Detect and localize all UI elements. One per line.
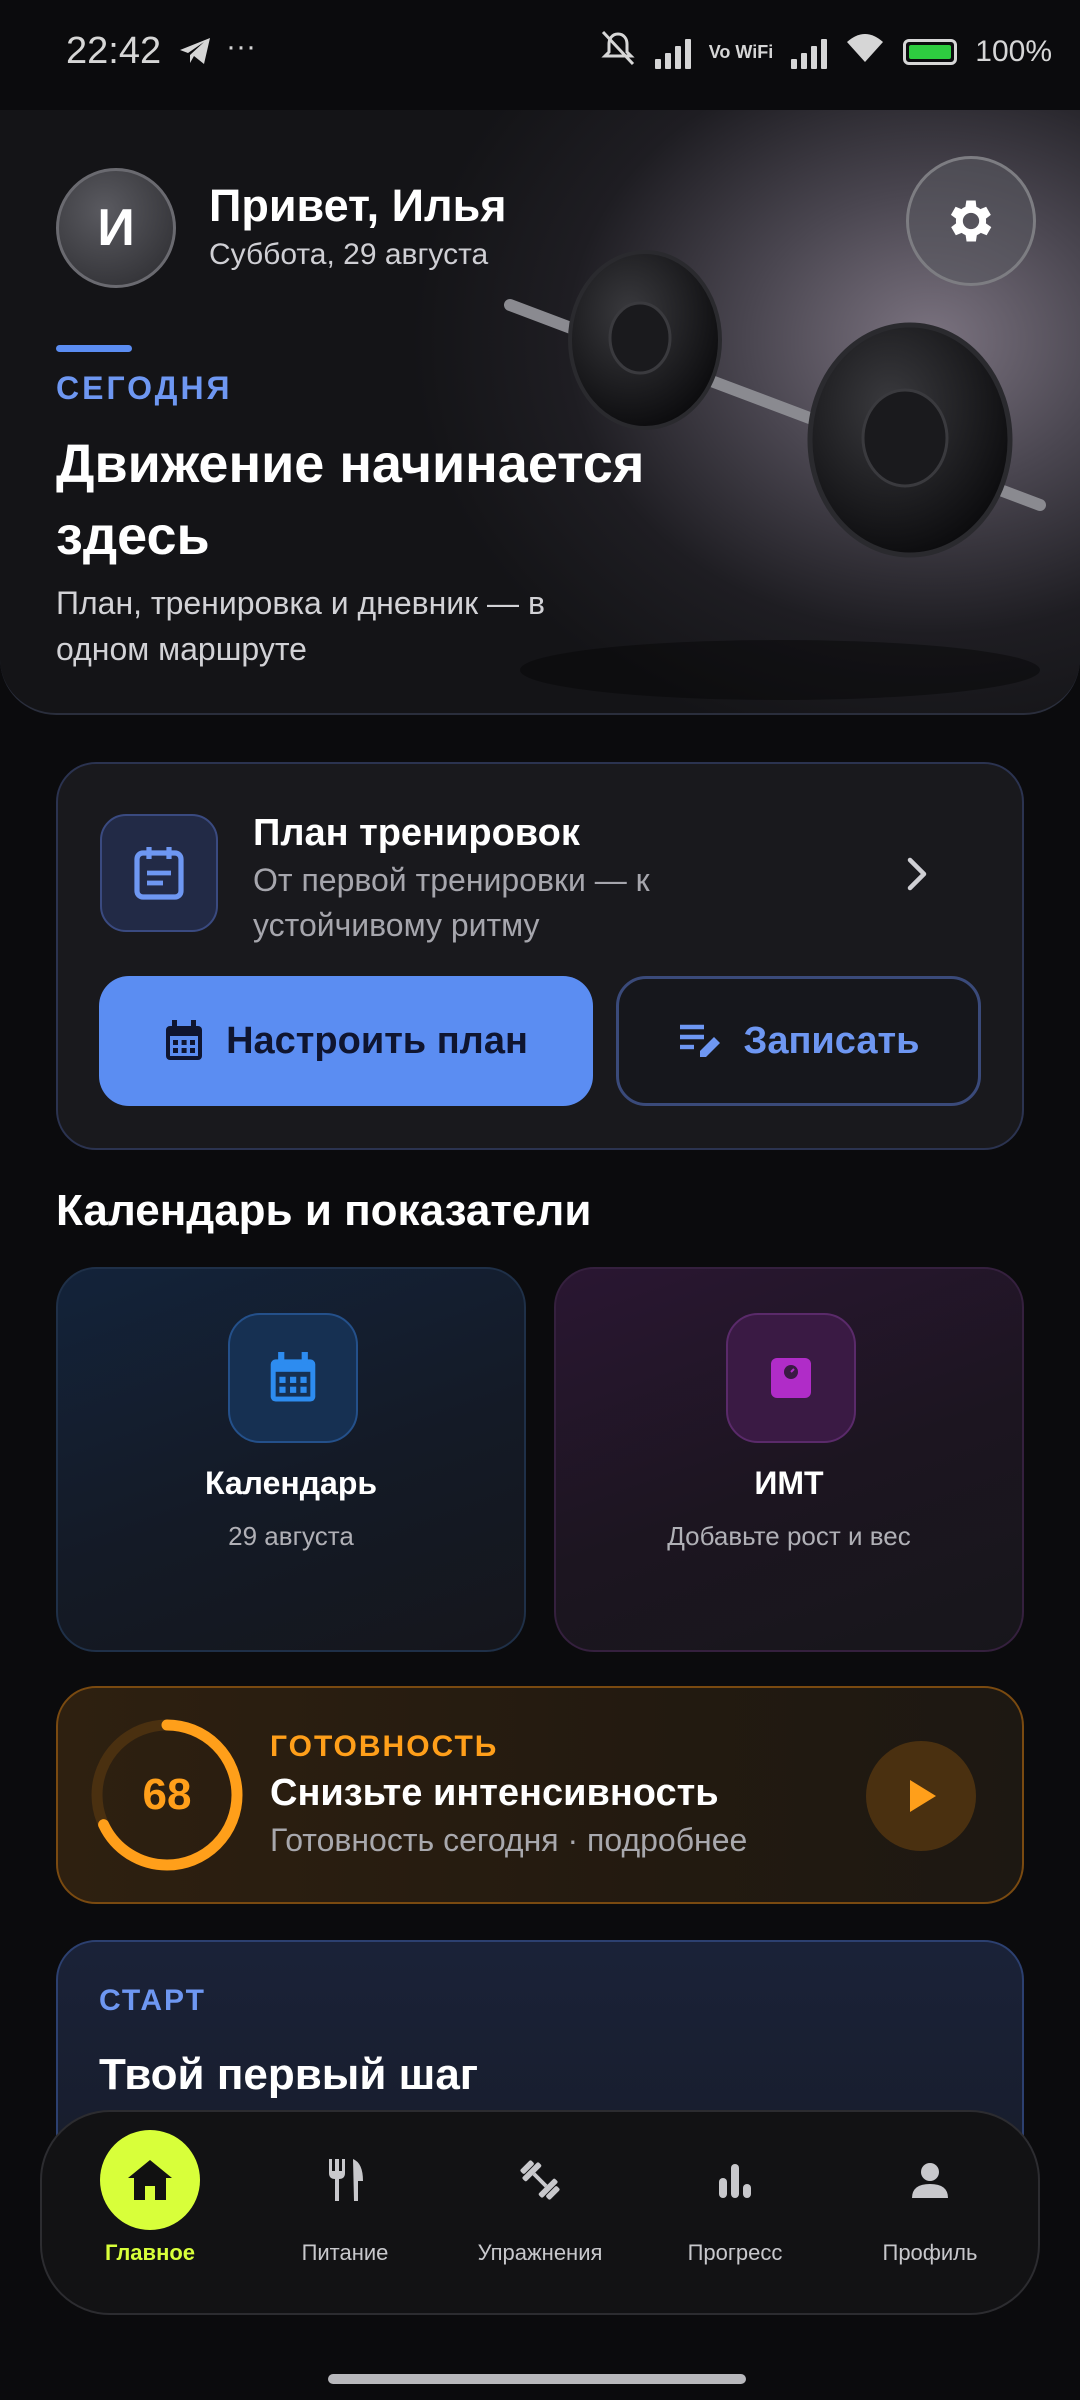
setup-plan-label: Настроить план bbox=[226, 1019, 528, 1062]
nav-item-nutrition[interactable]: Питание bbox=[250, 2130, 440, 2300]
accent-line bbox=[56, 345, 132, 352]
settings-button[interactable] bbox=[906, 156, 1036, 286]
status-icons: Vo WiFi 100% bbox=[599, 30, 1052, 74]
nav-label-nutrition: Питание bbox=[301, 2240, 389, 2265]
bar-chart-icon bbox=[685, 2130, 785, 2230]
scale-icon bbox=[771, 1358, 811, 1398]
calendar-tile-title: Календарь bbox=[204, 1465, 378, 1501]
nav-item-exercises[interactable]: Упражнения bbox=[445, 2130, 635, 2300]
nav-label-progress: Прогресс bbox=[687, 2240, 783, 2265]
calendar-tile-icon-box bbox=[228, 1313, 358, 1443]
hero-title: Движение начинается здесь bbox=[56, 434, 645, 566]
telegram-icon bbox=[178, 36, 212, 71]
status-time: 22:42 bbox=[66, 30, 162, 72]
readiness-label: ГОТОВНОСТЬ bbox=[270, 1730, 499, 1763]
plan-title: План тренировок bbox=[253, 812, 580, 854]
person-icon bbox=[880, 2130, 980, 2230]
calendar-tile-subtitle: 29 августа bbox=[228, 1521, 354, 1551]
nav-item-profile[interactable]: Профиль bbox=[835, 2130, 1025, 2300]
calendar-icon bbox=[166, 1020, 203, 1060]
edit-note-icon bbox=[679, 1024, 720, 1057]
section-title: Календарь и показатели bbox=[56, 1186, 592, 1235]
bmi-tile-subtitle: Добавьте рост и вес bbox=[667, 1521, 911, 1551]
setup-plan-button[interactable]: Настроить план bbox=[99, 976, 593, 1106]
readiness-title: Снизьте интенсивность bbox=[270, 1772, 719, 1814]
more-notifications-icon: ··· bbox=[226, 30, 256, 63]
start-title: Твой первый шаг bbox=[99, 2050, 479, 2099]
gear-icon bbox=[950, 200, 992, 242]
play-button[interactable] bbox=[866, 1741, 976, 1851]
bmi-tile[interactable]: ИМТ Добавьте рост и вес bbox=[554, 1267, 1024, 1652]
plan-icon-box bbox=[100, 814, 218, 932]
home-indicator[interactable] bbox=[328, 2374, 746, 2384]
wifi-icon bbox=[845, 32, 885, 72]
mute-icon bbox=[599, 30, 637, 74]
nav-label-profile: Профиль bbox=[882, 2240, 978, 2265]
chevron-right-icon[interactable] bbox=[900, 852, 934, 901]
avatar[interactable]: И bbox=[56, 168, 176, 288]
nav-label-home: Главное bbox=[104, 2240, 196, 2265]
signal-2-icon bbox=[791, 35, 828, 69]
battery-percent: 100% bbox=[975, 35, 1052, 68]
signal-icon bbox=[654, 35, 691, 69]
start-label: СТАРТ bbox=[99, 1984, 206, 2017]
dumbbell-icon bbox=[490, 2130, 590, 2230]
bmi-tile-icon-box bbox=[726, 1313, 856, 1443]
bmi-tile-title: ИМТ bbox=[754, 1465, 824, 1501]
home-icon bbox=[100, 2130, 200, 2230]
vowifi-label: Vo WiFi bbox=[708, 42, 774, 62]
calendar-note-icon bbox=[134, 847, 184, 900]
readiness-subtitle: Готовность сегодня · подробнее bbox=[270, 1822, 748, 1858]
record-label: Записать bbox=[743, 1019, 920, 1062]
readiness-value: 68 bbox=[142, 1770, 192, 1819]
greeting-text: Привет, Илья bbox=[209, 180, 507, 231]
current-date: Суббота, 29 августа bbox=[209, 238, 489, 271]
hero-subtitle: План, тренировка и дневник — в одном мар… bbox=[56, 585, 545, 667]
record-button[interactable]: Записать bbox=[616, 976, 981, 1106]
battery-icon bbox=[903, 39, 958, 65]
play-icon bbox=[910, 1780, 936, 1812]
calendar-icon bbox=[270, 1352, 316, 1402]
plan-subtitle: От первой тренировки — к устойчивому рит… bbox=[253, 862, 650, 943]
calendar-tile[interactable]: Календарь 29 августа bbox=[56, 1267, 526, 1652]
hero-tag: СЕГОДНЯ bbox=[56, 370, 233, 406]
nav-label-exercises: Упражнения bbox=[477, 2240, 603, 2265]
fork-knife-icon bbox=[295, 2130, 395, 2230]
nav-item-progress[interactable]: Прогресс bbox=[640, 2130, 830, 2300]
nav-item-home[interactable]: Главное bbox=[55, 2130, 245, 2300]
